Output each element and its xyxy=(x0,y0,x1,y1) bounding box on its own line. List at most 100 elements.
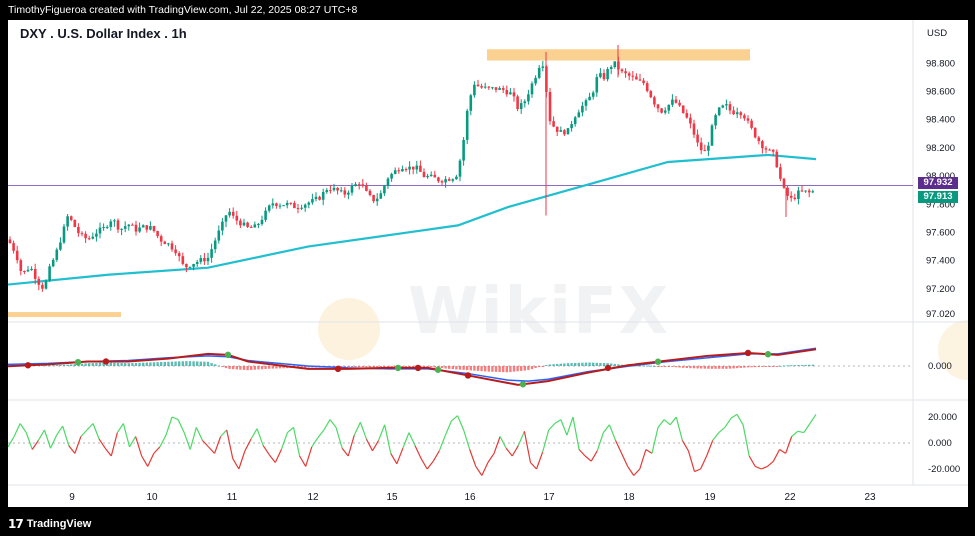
histogram-bar xyxy=(487,366,490,372)
crossover-dot xyxy=(744,349,752,357)
histogram-bar xyxy=(530,366,534,370)
histogram-bar xyxy=(224,366,228,369)
rsi-line-segment xyxy=(700,455,708,470)
histogram-bar xyxy=(131,363,134,366)
histogram-bar xyxy=(484,366,487,372)
histogram-bar xyxy=(588,362,591,366)
rsi-line-segment xyxy=(287,426,294,434)
histogram-bar xyxy=(649,365,652,367)
symbol-title[interactable]: DXY . U.S. Dollar Index . 1h xyxy=(20,26,187,41)
moving-average-line xyxy=(8,153,817,286)
histogram-bar xyxy=(527,366,530,371)
candle-body xyxy=(199,258,203,262)
rsi-line-segment xyxy=(13,423,21,437)
candle-body xyxy=(408,166,411,170)
candle-body xyxy=(127,224,131,227)
tradingview-logo[interactable]: 17 TradingView xyxy=(8,516,91,532)
histogram-bar xyxy=(48,365,51,367)
rsi-line-segment xyxy=(645,448,653,454)
histogram-bar xyxy=(185,361,188,366)
candle-body xyxy=(210,249,213,258)
price-chart-svg[interactable]: 98.80098.60098.40098.20098.00097.80097.6… xyxy=(8,20,968,507)
rsi-line-segment xyxy=(511,445,519,457)
candle-body xyxy=(768,149,771,151)
candle-body xyxy=(581,105,584,113)
rsi-line-segment xyxy=(535,451,544,470)
rsi-line-segment xyxy=(280,432,289,450)
histogram-bar xyxy=(678,366,681,368)
candle-body xyxy=(163,241,167,245)
candle-body xyxy=(512,92,516,97)
histogram-bar xyxy=(376,366,379,368)
histogram-bar xyxy=(570,363,573,366)
histogram-bar xyxy=(264,366,267,369)
histogram-bar xyxy=(671,366,674,368)
histogram-bar xyxy=(55,364,58,366)
candle-body xyxy=(23,270,26,272)
histogram-bar xyxy=(707,366,710,369)
rsi-line-segment xyxy=(250,428,258,440)
crossover-dot xyxy=(102,358,110,365)
histogram-bar xyxy=(718,366,721,369)
rsi-line-segment xyxy=(49,434,58,449)
candle-body xyxy=(116,220,120,230)
candle-body xyxy=(584,100,588,106)
rsi-line-segment xyxy=(37,429,45,441)
candle-body xyxy=(613,61,617,67)
candle-body xyxy=(325,190,329,192)
histogram-bar xyxy=(779,365,782,367)
rsi-tick-label: -20.000 xyxy=(928,464,960,475)
time-tick-label: 18 xyxy=(623,492,635,503)
candle-body xyxy=(231,211,235,216)
candle-body xyxy=(707,145,710,151)
rsi-line-segment xyxy=(25,432,33,450)
rsi-line-segment xyxy=(475,466,483,476)
candle-body xyxy=(692,123,696,135)
rsi-line-segment xyxy=(384,424,392,454)
histogram-bar xyxy=(228,366,231,369)
histogram-bar xyxy=(253,366,256,370)
candle-body xyxy=(350,185,354,193)
histogram-bar xyxy=(602,363,606,366)
candle-body xyxy=(804,190,807,192)
candle-body xyxy=(152,226,156,232)
rsi-line-segment xyxy=(305,446,313,467)
highlight-zone xyxy=(8,312,121,317)
crossover-dot xyxy=(434,366,442,373)
histogram-bar xyxy=(386,366,390,367)
rsi-line-segment xyxy=(220,429,228,437)
crossover-dot xyxy=(224,351,232,359)
histogram-bar xyxy=(221,366,224,367)
rsi-line-segment xyxy=(627,466,635,476)
candle-body xyxy=(69,216,73,220)
rsi-line-segment xyxy=(505,447,513,457)
histogram-bar xyxy=(444,366,447,369)
histogram-bar xyxy=(84,363,87,366)
chart-panel[interactable]: WikiFX 98.80098.60098.40098.20098.00097.… xyxy=(8,20,968,507)
histogram-bar xyxy=(347,366,350,367)
histogram-bar xyxy=(505,366,508,373)
candle-body xyxy=(473,84,476,96)
histogram-bar xyxy=(664,366,667,367)
rsi-line-segment xyxy=(153,446,161,454)
candle-body xyxy=(145,225,149,230)
candle-body xyxy=(361,184,365,186)
histogram-bar xyxy=(775,366,778,367)
histogram-bar xyxy=(358,366,361,368)
histogram-bar xyxy=(754,366,757,368)
rsi-line-segment xyxy=(365,438,374,452)
candle-body xyxy=(735,112,739,115)
histogram-bar xyxy=(350,366,354,367)
rsi-line-segment xyxy=(481,462,489,476)
candle-body xyxy=(458,160,462,177)
histogram-bar xyxy=(113,362,116,366)
price-tick-label: 97.200 xyxy=(926,284,955,295)
candle-body xyxy=(228,211,231,216)
rsi-line-segment xyxy=(457,415,465,431)
candle-body xyxy=(311,199,314,203)
histogram-bar xyxy=(160,362,163,366)
candle-body xyxy=(674,99,678,103)
histogram-bar xyxy=(516,366,519,372)
histogram-bar xyxy=(509,366,512,373)
rsi-line-segment xyxy=(469,449,477,467)
